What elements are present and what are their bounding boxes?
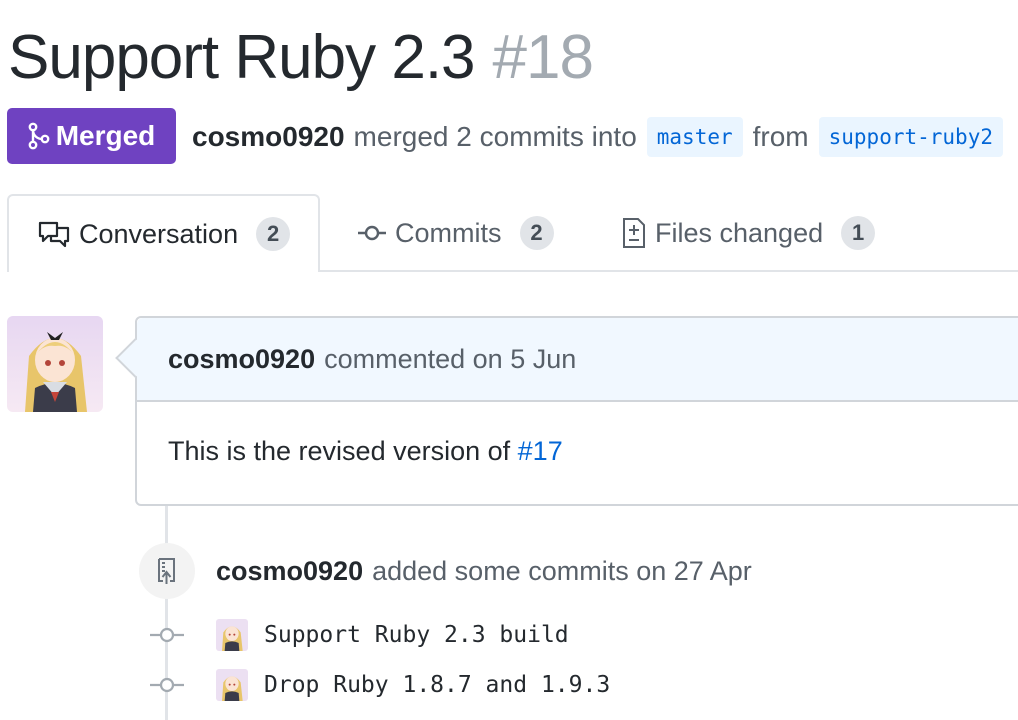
- tab-commits-count: 2: [519, 216, 554, 250]
- commit-row: Support Ruby 2.3 build: [150, 617, 569, 653]
- pr-author-link[interactable]: cosmo0920: [192, 121, 345, 153]
- tab-files-changed-label: Files changed: [655, 217, 824, 248]
- tab-files-changed-count: 1: [841, 216, 876, 250]
- commit-avatar[interactable]: [216, 619, 248, 651]
- head-branch[interactable]: support-ruby2: [818, 117, 1003, 157]
- pr-tabs: Conversation 2 Commits 2 Files changed 1: [7, 194, 1018, 272]
- comment-body-text: This is the revised version of: [168, 436, 511, 466]
- tab-conversation-count: 2: [256, 217, 291, 251]
- comment-avatar[interactable]: [7, 316, 103, 412]
- git-commit-icon: [150, 677, 184, 693]
- tab-conversation[interactable]: Conversation 2: [7, 194, 320, 272]
- comment-header: cosmo0920 commented on 5 Jun: [137, 318, 1018, 402]
- tab-conversation-label: Conversation: [79, 218, 239, 249]
- file-diff-icon: [623, 218, 645, 248]
- base-branch[interactable]: master: [646, 117, 743, 157]
- repo-push-icon: [158, 558, 175, 584]
- commit-message-link[interactable]: Support Ruby 2.3 build: [264, 622, 569, 648]
- state-badge: Merged: [7, 108, 176, 164]
- comment-body: This is the revised version of #17: [137, 402, 1018, 501]
- pr-title-row: Support Ruby 2.3 #18: [8, 18, 594, 98]
- avatar-image: [7, 316, 103, 412]
- event-action: added some commits on 27 Apr: [372, 555, 752, 586]
- git-commit-icon: [358, 225, 386, 241]
- avatar-image: [216, 669, 248, 701]
- comment-discussion-icon: [38, 221, 70, 248]
- tab-commits-label: Commits: [395, 217, 502, 248]
- from-text: from: [752, 121, 809, 152]
- comment-box: cosmo0920 commented on 5 Jun This is the…: [135, 316, 1018, 506]
- pr-number: #18: [492, 23, 594, 92]
- avatar-image: [216, 619, 248, 651]
- commit-avatar[interactable]: [216, 669, 248, 701]
- issue-link[interactable]: #17: [518, 436, 563, 466]
- commit-message-link[interactable]: Drop Ruby 1.8.7 and 1.9.3: [264, 672, 610, 698]
- tab-commits[interactable]: Commits 2: [357, 194, 554, 272]
- pr-meta: cosmo0920 merged 2 commits into master f…: [192, 112, 1013, 162]
- event-badge: [139, 543, 195, 599]
- merged-text: merged 2 commits into: [353, 121, 637, 152]
- comment-action: commented on 5 Jun: [324, 343, 577, 374]
- event-text: cosmo0920 added some commits on 27 Apr: [216, 551, 752, 591]
- git-commit-icon: [150, 627, 184, 643]
- comment-author-link[interactable]: cosmo0920: [168, 344, 315, 375]
- commit-row: Drop Ruby 1.8.7 and 1.9.3: [150, 667, 610, 703]
- event-author-link[interactable]: cosmo0920: [216, 556, 363, 587]
- pr-title: Support Ruby 2.3: [8, 23, 476, 92]
- tab-files-changed[interactable]: Files changed 1: [621, 194, 876, 272]
- git-merge-icon: [28, 122, 50, 150]
- state-label: Merged: [55, 120, 156, 151]
